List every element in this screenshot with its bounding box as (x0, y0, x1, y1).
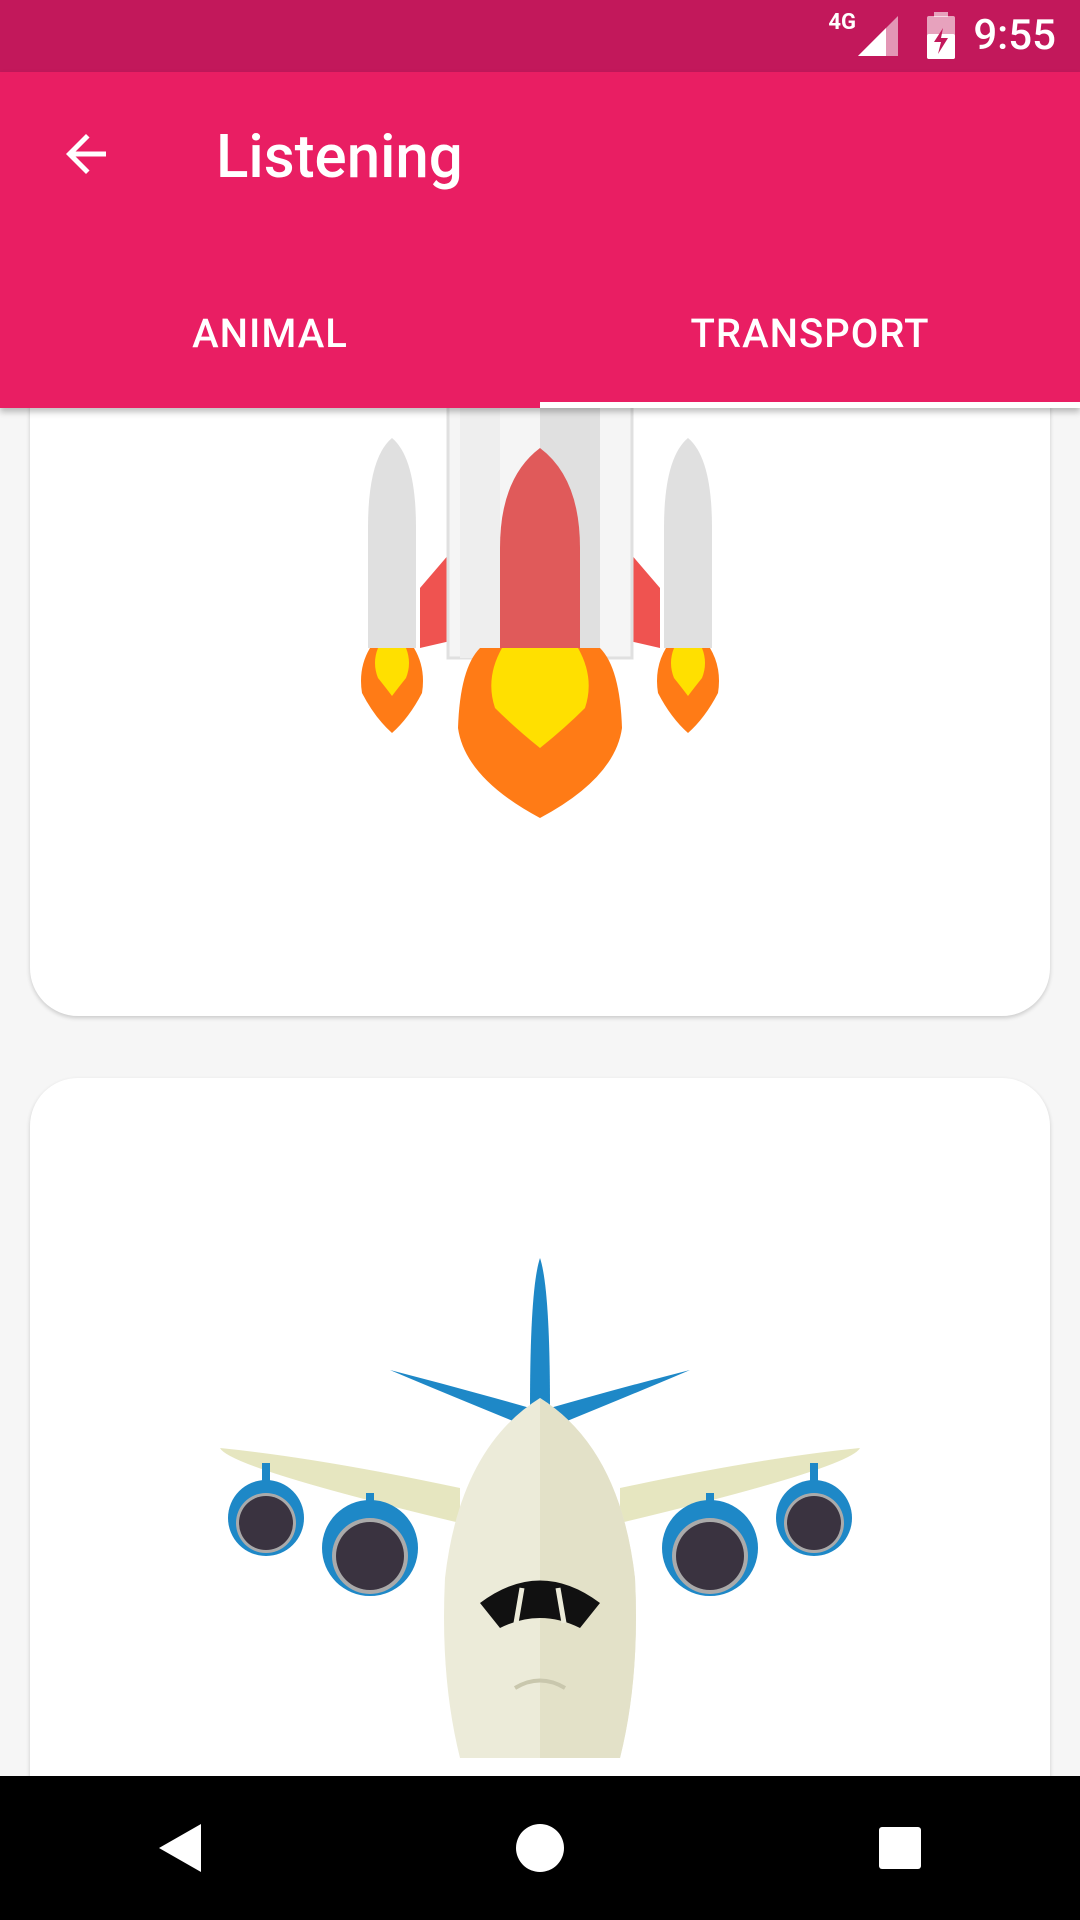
arrow-back-icon (66, 134, 106, 174)
tab-animal[interactable]: ANIMAL (0, 258, 540, 408)
nav-back-button[interactable] (120, 1788, 240, 1908)
tab-bar: ANIMAL TRANSPORT (0, 258, 1080, 408)
card-list[interactable] (0, 408, 1080, 1776)
square-recents-icon (879, 1827, 921, 1869)
signal-icon (858, 16, 898, 56)
airplane-illustration (220, 1258, 860, 1758)
network-type: 4G (828, 10, 856, 35)
triangle-back-icon (159, 1824, 201, 1872)
circle-home-icon (516, 1824, 564, 1872)
status-bar: 4G 9:55 (0, 0, 1080, 72)
tab-transport[interactable]: TRANSPORT (540, 258, 1080, 408)
page-title: Listening (216, 121, 463, 192)
navigation-bar (0, 1776, 1080, 1920)
app-bar: Listening ANIMAL TRANSPORT (0, 72, 1080, 408)
status-time: 9:55 (973, 11, 1056, 60)
nav-home-button[interactable] (480, 1788, 600, 1908)
back-button[interactable] (56, 124, 116, 184)
nav-recents-button[interactable] (840, 1788, 960, 1908)
battery-icon (927, 12, 955, 59)
airplane-card[interactable] (30, 1078, 1050, 1776)
rocket-card[interactable] (30, 408, 1050, 1016)
rocket-illustration (361, 408, 719, 818)
